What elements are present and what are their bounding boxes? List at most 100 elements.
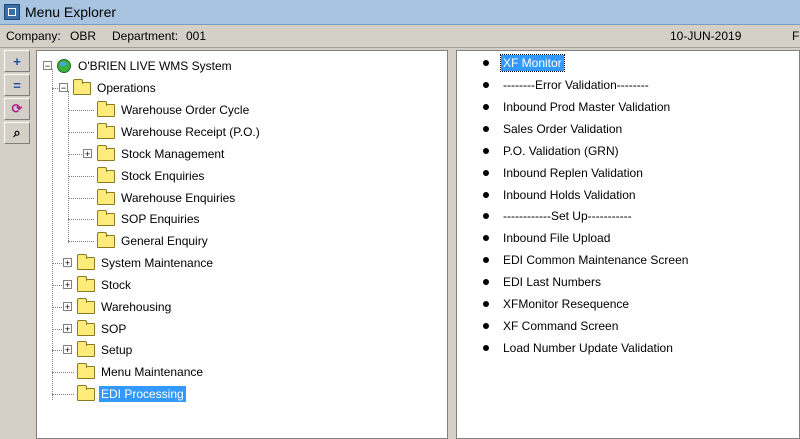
truncated-label: F <box>792 29 800 43</box>
tree-node-general-enquiry[interactable]: General Enquiry <box>97 231 210 251</box>
menu-item-label: XFMonitor Resequence <box>503 297 630 311</box>
bullet-icon <box>483 170 489 176</box>
tree-node-menu-maintenance[interactable]: Menu Maintenance <box>77 362 205 382</box>
folder-icon <box>97 188 115 205</box>
menu-item-label: P.O. Validation (GRN) <box>503 144 619 158</box>
search-icon: ⌕ <box>13 125 21 140</box>
folder-icon <box>77 253 95 270</box>
tree-node-stock-enquiries[interactable]: Stock Enquiries <box>97 166 206 186</box>
folder-icon <box>77 319 95 336</box>
tree-node-label: Stock Management <box>121 147 225 161</box>
bullet-icon <box>483 279 489 285</box>
menu-item[interactable]: Load Number Update Validation <box>483 338 675 358</box>
menu-item[interactable]: ------------Set Up----------- <box>483 206 634 226</box>
menu-item[interactable]: Inbound File Upload <box>483 228 612 248</box>
tree-connector <box>68 241 94 242</box>
bullet-icon <box>483 323 489 329</box>
tree-node-stock[interactable]: + Stock <box>63 275 133 295</box>
tree-node-setup[interactable]: + Setup <box>63 340 134 360</box>
pane-splitter[interactable] <box>448 50 456 439</box>
menu-item[interactable]: Inbound Holds Validation <box>483 185 638 205</box>
tree-connector <box>68 154 84 155</box>
tree-connector <box>68 91 69 243</box>
tree-node-label: Warehouse Enquiries <box>121 191 236 205</box>
tree-node-warehousing[interactable]: + Warehousing <box>63 297 173 317</box>
menu-item-label: XF Monitor <box>500 54 565 72</box>
expand-toggle-icon[interactable]: + <box>63 258 72 268</box>
bullet-icon <box>483 82 489 88</box>
tree-connector <box>68 219 94 220</box>
folder-icon <box>77 362 95 379</box>
menu-item-label: Load Number Update Validation <box>503 341 673 355</box>
tree-node-label: SOP <box>101 322 127 336</box>
refresh-icon: ⟳ <box>11 101 23 116</box>
tree-node-sop[interactable]: + SOP <box>63 319 128 339</box>
expand-toggle-icon[interactable]: + <box>83 149 92 159</box>
tree-node-label: System Maintenance <box>101 256 214 270</box>
tree-node-warehouse-receipt[interactable]: Warehouse Receipt (P.O.) <box>97 122 262 142</box>
tree-connector <box>68 132 94 133</box>
menu-item-label: EDI Last Numbers <box>503 275 602 289</box>
tree-node-sop-enquiries[interactable]: SOP Enquiries <box>97 209 202 229</box>
menu-item-label: Inbound Prod Master Validation <box>503 100 671 114</box>
tree-node-label: EDI Processing <box>99 386 186 402</box>
menu-tree-pane[interactable]: − O'BRIEN LIVE WMS System − Operations W… <box>36 50 448 439</box>
menu-item-label: Inbound File Upload <box>503 231 611 245</box>
tree-connector <box>68 110 94 111</box>
collapse-toggle-icon[interactable]: − <box>43 61 52 71</box>
menu-item[interactable]: Sales Order Validation <box>483 119 624 139</box>
bullet-icon <box>483 192 489 198</box>
department-label: Department: <box>112 29 179 43</box>
collapse-toggle-icon[interactable]: − <box>59 83 68 93</box>
folder-icon <box>97 122 115 139</box>
tree-node-label: O'BRIEN LIVE WMS System <box>78 59 232 73</box>
tree-node-label: Warehousing <box>101 300 172 314</box>
tree-node-system-maintenance[interactable]: + System Maintenance <box>63 253 215 273</box>
menu-items-pane[interactable]: XF Monitor --------Error Validation-----… <box>456 50 800 439</box>
tree-node-label: Operations <box>97 81 156 95</box>
menu-item-label: Inbound Replen Validation <box>503 166 643 180</box>
expand-toggle-icon[interactable]: + <box>63 280 72 290</box>
tree-node-warehouse-order-cycle[interactable]: Warehouse Order Cycle <box>97 100 251 120</box>
menu-item[interactable]: XF Command Screen <box>483 316 620 336</box>
tree-node-label: Setup <box>101 343 133 357</box>
collapse-all-button[interactable]: = <box>4 74 30 96</box>
tree-node-label: Menu Maintenance <box>101 365 204 379</box>
tree-node-operations[interactable]: − Operations <box>59 78 158 98</box>
menu-item[interactable]: Inbound Replen Validation <box>483 163 645 183</box>
company-label: Company: <box>6 29 61 43</box>
folder-icon <box>77 275 95 292</box>
tree-node-label: Stock Enquiries <box>121 169 205 183</box>
tree-node-stock-management[interactable]: + Stock Management <box>83 144 226 164</box>
menu-item[interactable]: P.O. Validation (GRN) <box>483 141 621 161</box>
expand-toggle-icon[interactable]: + <box>63 324 72 334</box>
tree-connector <box>52 372 74 373</box>
window-title: Menu Explorer <box>25 4 117 20</box>
search-button[interactable]: ⌕ <box>4 122 30 144</box>
menu-item[interactable]: XFMonitor Resequence <box>483 294 631 314</box>
menu-item[interactable]: Inbound Prod Master Validation <box>483 97 672 117</box>
refresh-button[interactable]: ⟳ <box>4 98 30 120</box>
tree-node-root[interactable]: − O'BRIEN LIVE WMS System <box>43 56 234 76</box>
date-display: 10-JUN-2019 <box>670 29 742 43</box>
bullet-icon <box>483 257 489 263</box>
tree-node-edi-processing[interactable]: EDI Processing <box>77 384 186 404</box>
menu-item[interactable]: EDI Last Numbers <box>483 272 603 292</box>
expand-toggle-icon[interactable]: + <box>63 302 72 312</box>
tree-connector <box>68 176 94 177</box>
menu-item[interactable]: XF Monitor <box>483 53 565 73</box>
menu-item[interactable]: --------Error Validation-------- <box>483 75 651 95</box>
folder-icon <box>97 144 115 161</box>
bullet-icon <box>483 301 489 307</box>
menu-item[interactable]: EDI Common Maintenance Screen <box>483 250 690 270</box>
tree-node-warehouse-enquiries[interactable]: Warehouse Enquiries <box>97 188 237 208</box>
tree-node-label: SOP Enquiries <box>121 212 200 226</box>
folder-icon <box>77 297 95 314</box>
menu-item-label: Sales Order Validation <box>503 122 623 136</box>
folder-icon <box>97 231 115 248</box>
expand-toggle-icon[interactable]: + <box>63 345 72 355</box>
tree-node-label: Warehouse Order Cycle <box>121 103 250 117</box>
folder-open-icon <box>77 384 95 401</box>
menu-item-label: EDI Common Maintenance Screen <box>503 253 689 267</box>
expand-all-button[interactable]: + <box>4 50 30 72</box>
